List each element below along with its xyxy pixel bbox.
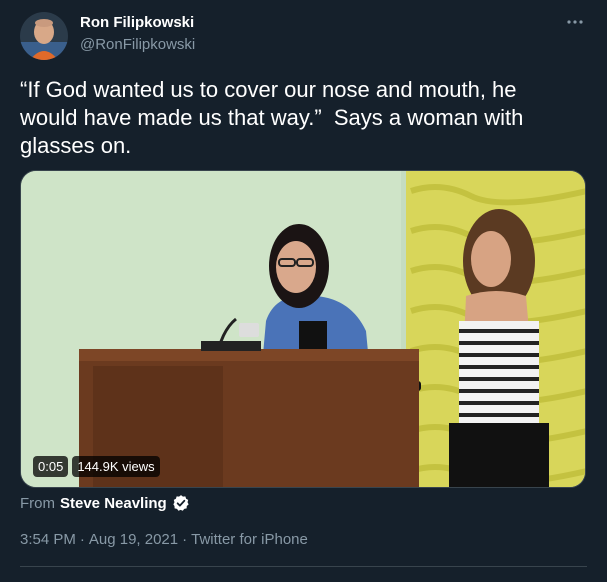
tweet-client[interactable]: Twitter for iPhone [191,531,308,548]
tweet-meta: 3:54 PM · Aug 19, 2021 · Twitter for iPh… [20,531,308,548]
meta-separator: · [182,531,188,548]
tweet-text: “If God wanted us to cover our nose and … [20,77,530,158]
video-views: 144.9K views [72,456,160,477]
video-overlay: 0:05 144.9K views [33,456,160,477]
tweet: Ron Filipkowski @RonFilipkowski “If God … [0,0,607,582]
video-player[interactable]: 0:05 144.9K views [20,170,586,488]
more-options-button[interactable] [560,12,590,32]
tweet-date[interactable]: Aug 19, 2021 [89,531,178,548]
more-dots-icon [567,20,583,24]
video-thumbnail [21,171,585,487]
divider [20,566,587,567]
meta-separator: · [79,531,85,548]
author-avatar[interactable] [20,12,68,60]
verified-badge-icon [173,495,189,511]
video-duration: 0:05 [33,456,69,477]
source-attribution: From Steve Neavling [20,494,190,512]
tweet-time[interactable]: 3:54 PM [20,531,76,548]
author-name[interactable]: Ron Filipkowski [80,14,194,31]
source-name[interactable]: Steve Neavling [60,495,167,512]
source-prefix: From [20,494,55,512]
author-handle[interactable]: @RonFilipkowski [80,36,195,53]
